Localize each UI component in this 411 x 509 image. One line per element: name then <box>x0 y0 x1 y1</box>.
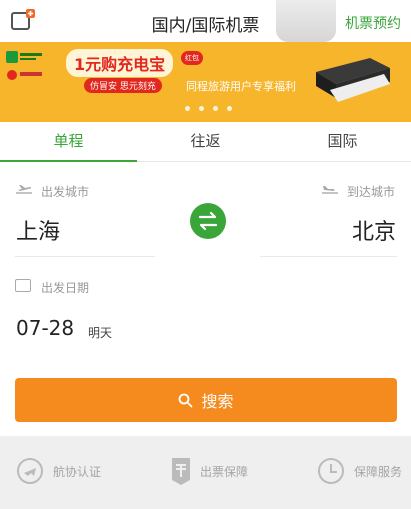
ticket-reservation-link[interactable]: 机票预约 <box>345 13 401 33</box>
trip-type-tabs: 单程 往返 国际 <box>0 122 411 162</box>
search-icon <box>179 393 193 407</box>
carousel-dot[interactable] <box>199 106 204 111</box>
brand-logo-2 <box>6 68 56 82</box>
calendar-icon <box>15 279 31 292</box>
swap-cities-button[interactable] <box>190 203 226 239</box>
feature-certified: 航协认证 <box>15 456 101 486</box>
carousel-dot[interactable] <box>185 106 190 111</box>
departure-city[interactable]: 上海 <box>16 214 60 246</box>
landing-icon <box>322 186 338 194</box>
swap-arrows-icon <box>198 211 218 231</box>
feature-service: 保障服务 <box>316 456 402 486</box>
feature-label: 出票保障 <box>200 464 249 479</box>
departure-day-hint: 明天 <box>88 326 113 340</box>
red-packet-badge: 红包 <box>181 51 203 65</box>
departure-date[interactable]: 07-28 <box>16 316 74 340</box>
promo-title: 1元购充电宝 <box>66 49 174 77</box>
divider <box>15 256 155 257</box>
departure-label: 出发城市 <box>41 185 90 199</box>
power-bank-image <box>316 58 390 102</box>
search-button[interactable]: 搜索 <box>15 378 397 422</box>
carousel-dot[interactable] <box>227 106 232 111</box>
tab-international[interactable]: 国际 <box>274 122 411 161</box>
clock-icon <box>318 458 344 484</box>
top-nav-bar: 国内/国际机票 机票预约 <box>0 0 411 42</box>
ticket-guarantee-icon <box>172 458 190 485</box>
promo-subtitle: 仿冒安 思元刻充 <box>84 78 162 93</box>
avatar-placeholder <box>276 0 336 42</box>
airplane-certified-icon <box>17 458 43 484</box>
arrival-label: 到达城市 <box>347 185 396 199</box>
brand-logo-1 <box>6 50 56 64</box>
promo-banner[interactable]: 1元购充电宝 红包 仿冒安 思元刻充 同程旅游用户专享福利 <box>0 42 411 122</box>
takeoff-icon <box>16 185 32 194</box>
date-label: 出发日期 <box>41 281 90 295</box>
tab-round-trip[interactable]: 往返 <box>137 122 274 161</box>
divider <box>260 256 397 257</box>
arrival-city[interactable]: 北京 <box>352 214 396 246</box>
feature-label: 保障服务 <box>354 464 403 479</box>
carousel-dots <box>185 106 232 111</box>
search-label: 搜索 <box>201 392 234 411</box>
feature-label: 航协认证 <box>53 464 102 479</box>
tab-one-way[interactable]: 单程 <box>0 122 137 162</box>
promo-slogan: 同程旅游用户专享福利 <box>186 80 296 93</box>
feature-ticket-guarantee: 出票保障 <box>170 456 248 486</box>
carousel-dot[interactable] <box>213 106 218 111</box>
service-footer: 航协认证 出票保障 保障服务 <box>0 436 411 509</box>
